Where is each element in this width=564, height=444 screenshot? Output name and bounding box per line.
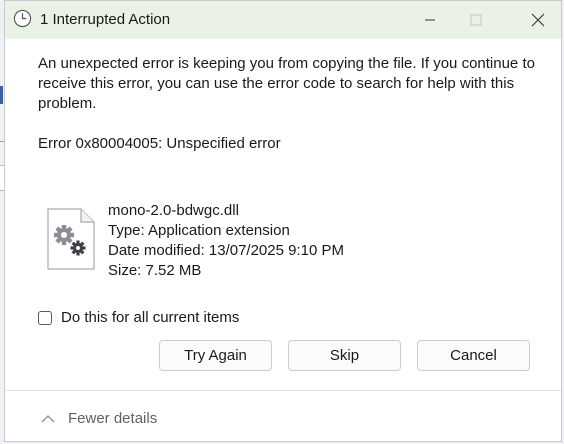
maximize-icon xyxy=(470,14,482,26)
window-title: 1 Interrupted Action xyxy=(40,11,171,28)
settings-file-icon xyxy=(47,208,95,270)
maximize-button xyxy=(453,1,499,39)
apply-to-all-option[interactable]: Do this for all current items xyxy=(38,309,239,326)
footer-divider xyxy=(5,390,561,391)
minimize-button[interactable] xyxy=(407,1,453,39)
file-details: mono-2.0-bdwgc.dll Type: Application ext… xyxy=(108,201,344,281)
fewer-details-label: Fewer details xyxy=(68,410,158,427)
fewer-details-toggle[interactable]: Fewer details xyxy=(41,410,157,427)
close-button[interactable] xyxy=(515,1,561,39)
clock-icon xyxy=(13,9,32,28)
background-window-fragment xyxy=(0,86,3,104)
file-name: mono-2.0-bdwgc.dll xyxy=(108,202,239,219)
file-type: Type: Application extension xyxy=(108,222,290,239)
close-icon xyxy=(531,13,545,27)
apply-to-all-checkbox[interactable] xyxy=(38,310,52,325)
skip-button[interactable]: Skip xyxy=(288,340,401,371)
file-date-modified: Date modified: 13/07/2025 9:10 PM xyxy=(108,242,344,259)
error-message: An unexpected error is keeping you from … xyxy=(38,55,535,112)
file-size: Size: 7.52 MB xyxy=(108,262,202,279)
cancel-button[interactable]: Cancel xyxy=(417,340,530,371)
try-again-button[interactable]: Try Again xyxy=(159,340,272,371)
interrupted-action-dialog: 1 Interrupted Action An unexpected error… xyxy=(4,0,562,442)
chevron-up-icon xyxy=(41,414,55,422)
apply-to-all-label[interactable]: Do this for all current items xyxy=(61,309,239,326)
error-code: Error 0x80004005: Unspecified error xyxy=(38,135,281,152)
title-bar[interactable]: 1 Interrupted Action xyxy=(5,1,561,39)
minimize-icon xyxy=(425,19,435,21)
